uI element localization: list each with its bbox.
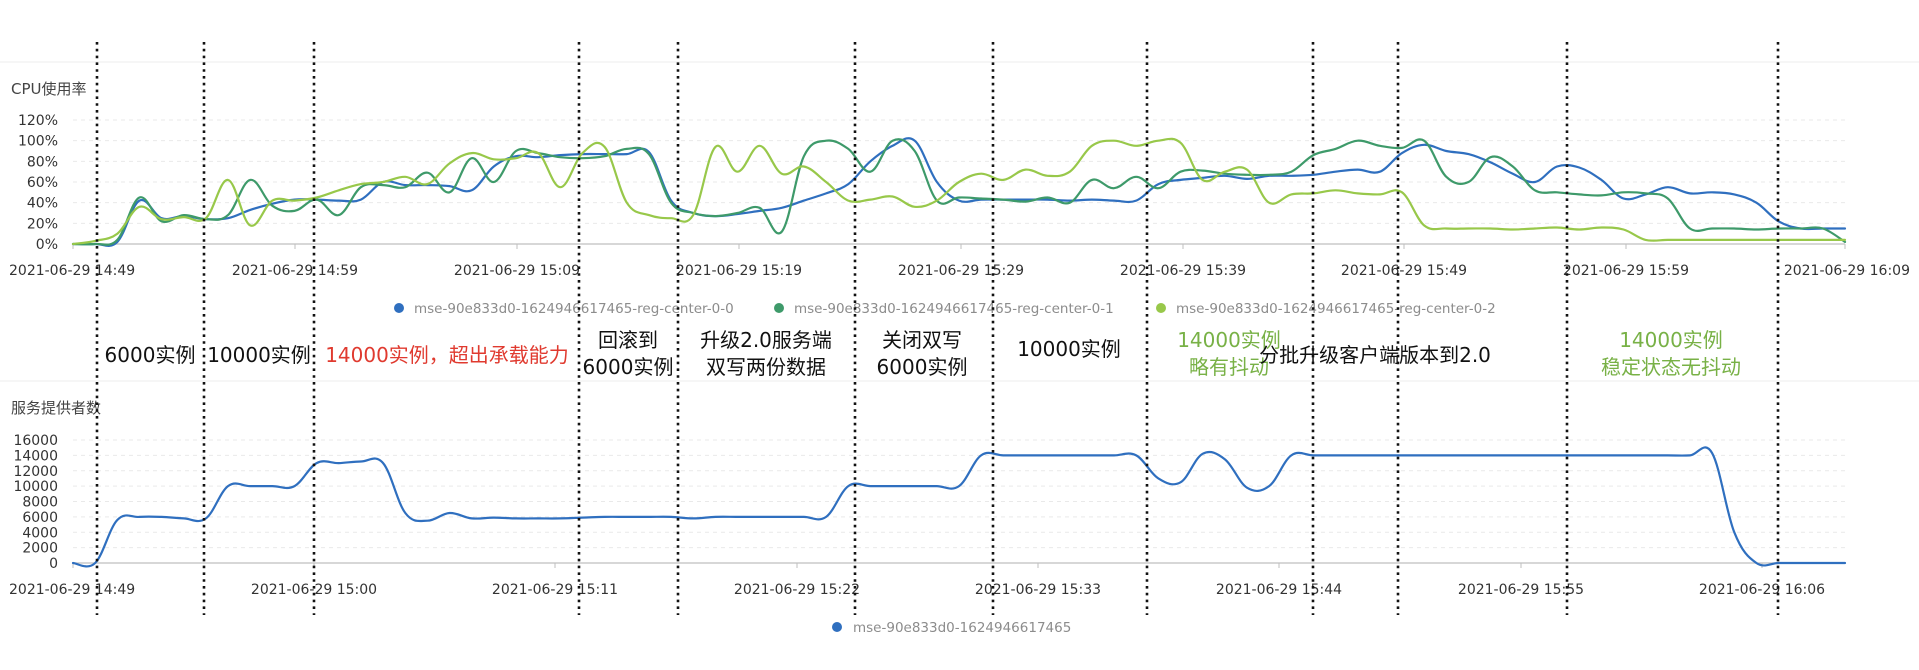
providers-chart-title: 服务提供者数: [11, 399, 101, 417]
phase-annotation-line: 14000实例，超出承载能力: [325, 343, 569, 367]
cpu-legend-item-1[interactable]: mse-90e833d0-1624946617465-reg-center-0-…: [774, 301, 1114, 317]
cpu-x-tick-label: 2021-06-29 15:19: [676, 263, 802, 279]
cpu-legend-item-2[interactable]: mse-90e833d0-1624946617465-reg-center-0-…: [1156, 301, 1496, 317]
phase-annotation-line: 10000实例: [207, 343, 311, 367]
phase-annotation-line: 14000实例: [1619, 328, 1723, 352]
phase-annotation-line: 略有抖动: [1189, 355, 1269, 379]
providers-y-tick-label: 0: [49, 556, 58, 572]
providers-y-tick-label: 6000: [22, 510, 58, 526]
cpu-x-tick-label: 2021-06-29 15:49: [1341, 263, 1467, 279]
providers-legend[interactable]: mse-90e833d0-1624946617465: [832, 620, 1071, 636]
providers-x-tick-label: 2021-06-29 14:49: [9, 582, 135, 598]
cpu-y-tick-label: 60%: [27, 175, 58, 191]
providers-y-tick-label: 10000: [13, 479, 58, 495]
cpu-x-tick-label: 2021-06-29 14:59: [232, 263, 358, 279]
providers-y-tick-label: 16000: [13, 433, 58, 449]
dashboard-stage: CPU使用率 服务提供者数 120% 100% 80% 60% 40% 20% 0% 2021…: [0, 0, 1919, 665]
providers-legend-dot-0: [832, 622, 842, 632]
cpu-x-tick-label: 2021-06-29 14:49: [9, 263, 135, 279]
providers-x-tick-label: 2021-06-29 15:22: [734, 582, 860, 598]
phase-annotation-line: 6000实例: [877, 355, 968, 379]
phase-annotation-0: 6000实例: [105, 343, 196, 367]
phase-annotation-line: 稳定状态无抖动: [1601, 355, 1741, 379]
cpu-y-tick-label: 0%: [36, 237, 58, 253]
cpu-x-tick-label: 2021-06-29 15:29: [898, 263, 1024, 279]
cpu-legend-label-2: mse-90e833d0-1624946617465-reg-center-0-…: [1176, 301, 1496, 317]
cpu-legend-dot-0: [394, 303, 404, 313]
providers-x-tick-label: 2021-06-29 15:00: [251, 582, 377, 598]
phase-annotation-line: 回滚到: [598, 328, 658, 352]
providers-legend-label-0: mse-90e833d0-1624946617465: [853, 620, 1071, 636]
phase-annotation-1: 10000实例: [207, 343, 311, 367]
providers-x-tick-label: 2021-06-29 15:55: [1458, 582, 1584, 598]
cpu-legend-label-1: mse-90e833d0-1624946617465-reg-center-0-…: [794, 301, 1114, 317]
phase-annotation-line: 双写两份数据: [706, 355, 826, 379]
cpu-legend-item-0[interactable]: mse-90e833d0-1624946617465-reg-center-0-…: [394, 301, 734, 317]
cpu-x-tick-label: 2021-06-29 16:09: [1784, 263, 1910, 279]
phase-annotation-line: 6000实例: [583, 355, 674, 379]
providers-legend-item-0[interactable]: mse-90e833d0-1624946617465: [832, 620, 1071, 636]
phase-annotation-line: 关闭双写: [882, 328, 962, 352]
cpu-y-tick-label: 20%: [27, 216, 58, 232]
cpu-chart-title: CPU使用率: [11, 80, 87, 98]
cpu-y-tick-label: 100%: [18, 134, 58, 150]
cpu-y-tick-label: 120%: [18, 113, 58, 129]
cpu-legend-label-0: mse-90e833d0-1624946617465-reg-center-0-…: [414, 301, 734, 317]
phase-annotation-line: 分批升级客户端版本到2.0: [1259, 343, 1491, 367]
charts-svg: CPU使用率 服务提供者数 120% 100% 80% 60% 40% 20% 0% 2021…: [0, 0, 1919, 665]
phase-annotation-line: 升级2.0服务端: [700, 328, 832, 352]
providers-y-tick-label: 4000: [22, 525, 58, 541]
cpu-y-tick-label: 80%: [27, 154, 58, 170]
providers-y-tick-label: 14000: [13, 448, 58, 464]
providers-x-tick-label: 2021-06-29 16:06: [1699, 582, 1825, 598]
providers-x-tick-label: 2021-06-29 15:11: [492, 582, 618, 598]
cpu-y-tick-label: 40%: [27, 196, 58, 212]
phase-annotation-2: 14000实例，超出承载能力: [325, 343, 569, 367]
cpu-legend-dot-2: [1156, 303, 1166, 313]
phase-annotation-8: 分批升级客户端版本到2.0: [1259, 343, 1491, 367]
cpu-x-tick-label: 2021-06-29 15:09: [454, 263, 580, 279]
providers-y-tick-label: 8000: [22, 495, 58, 511]
phase-annotation-line: 10000实例: [1017, 337, 1121, 361]
cpu-legend[interactable]: mse-90e833d0-1624946617465-reg-center-0-…: [394, 301, 1496, 317]
providers-y-tick-label: 12000: [13, 464, 58, 480]
phase-annotation-line: 6000实例: [105, 343, 196, 367]
phase-annotation-6: 10000实例: [1017, 337, 1121, 361]
cpu-x-tick-label: 2021-06-29 15:59: [1563, 263, 1689, 279]
providers-x-tick-label: 2021-06-29 15:44: [1216, 582, 1342, 598]
cpu-x-tick-label: 2021-06-29 15:39: [1120, 263, 1246, 279]
providers-y-tick-label: 2000: [22, 541, 58, 557]
cpu-legend-dot-1: [774, 303, 784, 313]
providers-x-tick-label: 2021-06-29 15:33: [975, 582, 1101, 598]
